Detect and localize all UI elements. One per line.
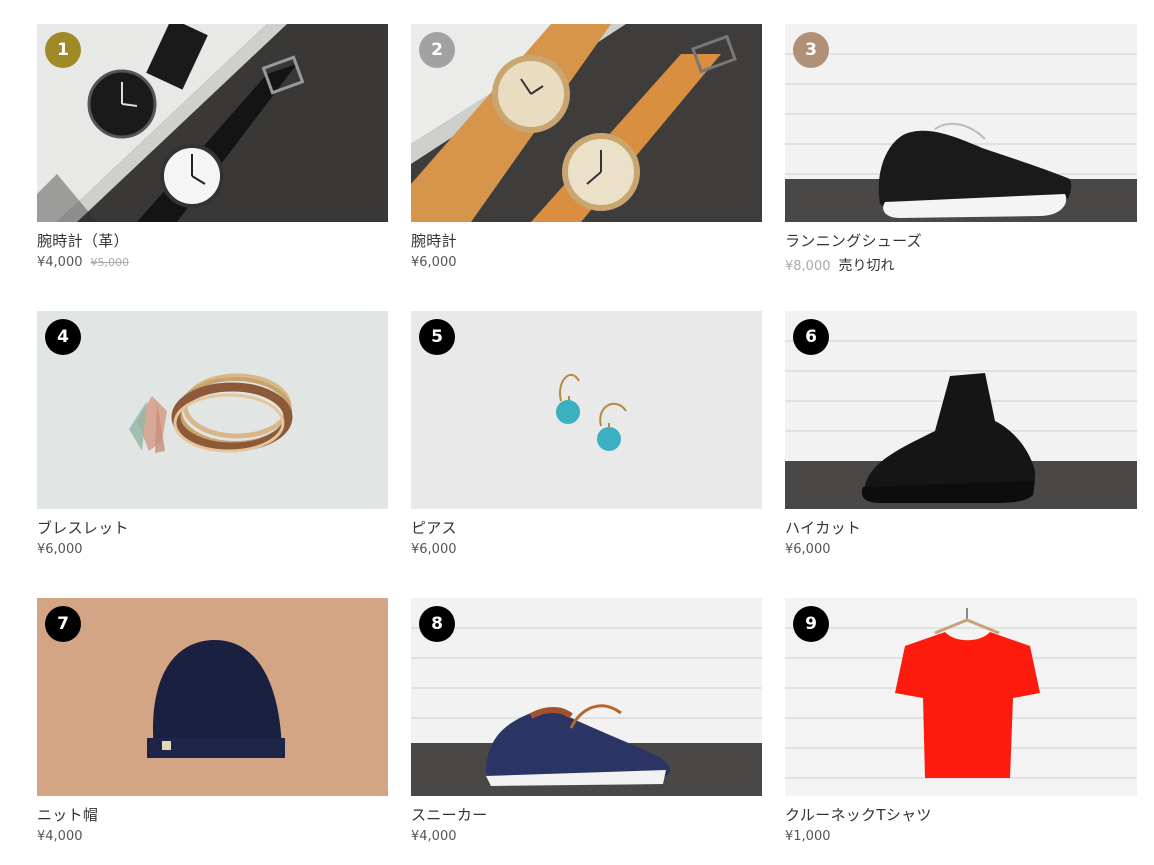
product-image-knit-cap[interactable]: 7: [37, 598, 388, 796]
product-name[interactable]: 腕時計（革）: [37, 230, 388, 252]
original-price: ¥5,000: [90, 256, 130, 269]
rank-badge: 9: [793, 606, 829, 642]
product-name[interactable]: ブレスレット: [37, 517, 388, 539]
rank-badge: 7: [45, 606, 81, 642]
product-card[interactable]: 8 スニーカー ¥4,000: [411, 598, 762, 848]
product-card[interactable]: 9 クルーネックTシャツ ¥1,000: [785, 598, 1137, 848]
sold-out-label: 売り切れ: [838, 258, 895, 274]
product-card[interactable]: 1 腕時計（革） ¥4,000 ¥5,000: [37, 24, 388, 311]
product-card[interactable]: 2 腕時計 ¥6,000: [411, 24, 762, 311]
product-price: ¥6,000: [411, 255, 457, 270]
price-row: ¥6,000: [37, 542, 388, 562]
rank-badge: 6: [793, 319, 829, 355]
price-row: ¥4,000: [411, 829, 762, 849]
product-image-wooden-watch[interactable]: 2: [411, 24, 762, 222]
price-row: ¥1,000: [785, 829, 1137, 849]
product-card[interactable]: 6 ハイカット ¥6,000: [785, 311, 1137, 598]
price-row: ¥4,000 ¥5,000: [37, 255, 388, 275]
product-card[interactable]: 3 ランニングシューズ ¥8,000 売り切れ: [785, 24, 1137, 311]
product-image-bracelet[interactable]: 4: [37, 311, 388, 509]
rank-badge: 2: [419, 32, 455, 68]
product-image-earrings[interactable]: 5: [411, 311, 762, 509]
product-image-leather-watch[interactable]: 1: [37, 24, 388, 222]
price-row: ¥6,000: [411, 255, 762, 275]
rank-badge: 3: [793, 32, 829, 68]
product-price: ¥8,000: [785, 259, 831, 274]
product-card[interactable]: 5 ピアス ¥6,000: [411, 311, 762, 598]
product-name[interactable]: スニーカー: [411, 804, 762, 826]
product-name[interactable]: ピアス: [411, 517, 762, 539]
product-price: ¥6,000: [411, 542, 457, 557]
product-price: ¥6,000: [785, 542, 831, 557]
product-name[interactable]: クルーネックTシャツ: [785, 804, 1137, 826]
product-name[interactable]: ハイカット: [785, 517, 1137, 539]
product-card[interactable]: 4 ブレスレット ¥6,000: [37, 311, 388, 598]
product-image-high-top-sneaker[interactable]: 6: [785, 311, 1137, 509]
product-card[interactable]: 7 ニット帽 ¥4,000: [37, 598, 388, 848]
product-image-sneakers[interactable]: 8: [411, 598, 762, 796]
rank-badge: 1: [45, 32, 81, 68]
product-price: ¥1,000: [785, 829, 831, 844]
product-price: ¥4,000: [411, 829, 457, 844]
rank-badge: 5: [419, 319, 455, 355]
product-price: ¥6,000: [37, 542, 83, 557]
price-row: ¥6,000: [785, 542, 1137, 562]
product-name[interactable]: 腕時計: [411, 230, 762, 252]
product-name[interactable]: ニット帽: [37, 804, 388, 826]
price-row: ¥4,000: [37, 829, 388, 849]
product-image-running-shoes[interactable]: 3: [785, 24, 1137, 222]
product-name[interactable]: ランニングシューズ: [785, 230, 1137, 252]
price-row: ¥6,000: [411, 542, 762, 562]
rank-badge: 8: [419, 606, 455, 642]
product-image-tshirt[interactable]: 9: [785, 598, 1137, 796]
rank-badge: 4: [45, 319, 81, 355]
price-row: ¥8,000 売り切れ: [785, 255, 1137, 275]
product-ranking-grid: 1 腕時計（革） ¥4,000 ¥5,000 2 腕時計 ¥6,000 3 ラン…: [37, 24, 1137, 848]
product-price: ¥4,000: [37, 255, 83, 270]
product-price: ¥4,000: [37, 829, 83, 844]
